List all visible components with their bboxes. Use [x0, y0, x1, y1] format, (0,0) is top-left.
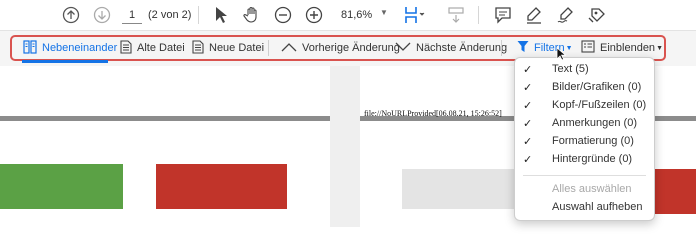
old-file-button[interactable]: Alte Datei — [120, 39, 185, 57]
file-header-text: file://NoURLProvided[06.08.21, 15:26:52] — [364, 109, 502, 118]
checkmark-icon: ✓ — [523, 64, 533, 76]
caret-down-icon: ▼ — [656, 44, 663, 52]
stamp-icon[interactable] — [586, 4, 608, 26]
filter-option-backgrounds[interactable]: ✓ Hintergründe (0) — [515, 151, 654, 169]
select-cursor-icon[interactable] — [210, 4, 232, 26]
new-file-label: Neue Datei — [209, 42, 265, 54]
checkmark-icon: ✓ — [523, 82, 533, 94]
old-document-pane[interactable] — [0, 66, 330, 227]
side-by-side-button[interactable]: Nebeneinander — [23, 39, 118, 57]
zoom-in-icon[interactable] — [303, 4, 325, 26]
document-icon — [120, 39, 132, 57]
select-all-option: Alles auswählen — [552, 183, 632, 195]
mouse-pointer-icon — [556, 47, 567, 64]
caret-down-icon: ▼ — [565, 44, 573, 52]
page-number-input[interactable] — [122, 6, 142, 24]
show-panel-icon — [581, 40, 595, 56]
comment-icon[interactable] — [492, 4, 514, 26]
chevron-down-icon[interactable]: ▼ — [380, 8, 388, 17]
side-by-side-label: Nebeneinander — [42, 42, 118, 54]
red-block — [156, 164, 287, 209]
toolbar-divider — [478, 6, 479, 24]
filter-option-text[interactable]: ✓ Text (5) — [515, 61, 654, 79]
zoom-level[interactable]: 81,6% — [341, 9, 372, 21]
zoom-out-icon[interactable] — [272, 4, 294, 26]
toolbar-divider — [198, 6, 199, 24]
show-label: Einblenden — [600, 42, 656, 54]
main-toolbar: (2 von 2) 81,6% ▼ — [0, 0, 696, 30]
active-tab-indicator — [22, 60, 108, 63]
side-by-side-icon — [23, 39, 37, 57]
filter-option-images[interactable]: ✓ Bilder/Grafiken (0) — [515, 79, 654, 97]
compare-divider — [501, 40, 502, 56]
filter-option-formatting[interactable]: ✓ Formatierung (0) — [515, 133, 654, 151]
chevron-down-icon — [395, 42, 411, 55]
document-icon — [192, 39, 204, 57]
filter-option-annotations[interactable]: ✓ Anmerkungen (0) — [515, 115, 654, 133]
scroll-mode-icon[interactable] — [403, 4, 425, 26]
sign-icon[interactable] — [555, 4, 577, 26]
pane-divider[interactable] — [330, 66, 360, 227]
page-count-label: (2 von 2) — [148, 9, 192, 21]
next-change-button[interactable]: Nächste Änderung — [395, 40, 507, 56]
red-block — [650, 169, 696, 214]
checkmark-icon: ✓ — [523, 154, 533, 166]
deselect-all-option[interactable]: Auswahl aufheben — [515, 199, 654, 217]
show-button[interactable]: Einblenden ▼ — [581, 40, 663, 56]
old-file-label: Alte Datei — [137, 42, 185, 54]
checkmark-icon: ✓ — [523, 100, 533, 112]
filter-option-headers-footers[interactable]: ✓ Kopf-/Fußzeilen (0) — [515, 97, 654, 115]
filter-dropdown-menu: ✓ Text (5) ✓ Bilder/Grafiken (0) ✓ Kopf-… — [514, 57, 655, 221]
filter-funnel-icon — [517, 40, 529, 56]
new-file-button[interactable]: Neue Datei — [192, 39, 265, 57]
menu-divider — [523, 175, 646, 176]
page-fit-icon[interactable] — [445, 4, 467, 26]
chevron-up-icon — [281, 42, 297, 55]
arrow-down-circle-icon[interactable] — [91, 4, 113, 26]
previous-change-button[interactable]: Vorherige Änderung — [281, 40, 400, 56]
compare-divider — [268, 40, 269, 56]
checkmark-icon: ✓ — [523, 136, 533, 148]
highlight-pen-icon[interactable] — [523, 4, 545, 26]
green-block — [0, 164, 123, 209]
next-change-label: Nächste Änderung — [416, 42, 508, 54]
arrow-up-circle-icon[interactable] — [60, 4, 82, 26]
checkmark-icon: ✓ — [523, 118, 533, 130]
hand-icon[interactable] — [241, 4, 263, 26]
previous-change-label: Vorherige Änderung — [302, 42, 400, 54]
header-rule — [0, 116, 330, 121]
